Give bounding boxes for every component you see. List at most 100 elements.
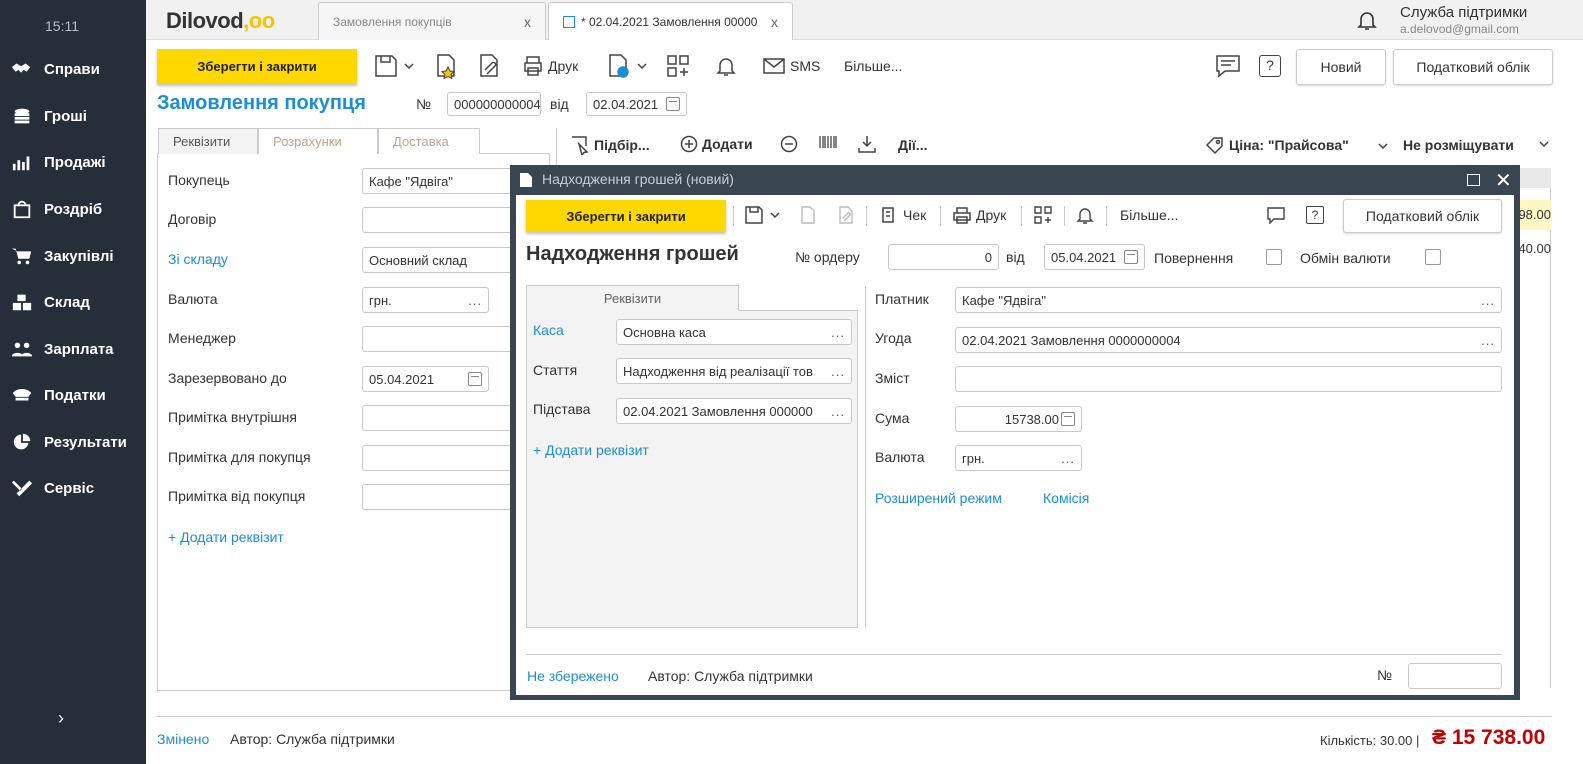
logo[interactable]: Dilovod,oo: [166, 8, 275, 34]
extended-mode-link[interactable]: Розширений режим: [875, 490, 1002, 506]
more-dots-icon[interactable]: ...: [831, 325, 845, 340]
sidebar-item-affairs[interactable]: Справи: [0, 51, 146, 87]
reminder-bell-icon[interactable]: [1075, 205, 1095, 225]
close-modal-icon[interactable]: ✕: [1495, 168, 1512, 193]
tab-orders-list[interactable]: Замовлення покупців x: [318, 2, 546, 40]
add-widget-icon[interactable]: [666, 54, 690, 78]
reserved-until-field[interactable]: 05.04.2021: [362, 366, 489, 392]
sidebar-item-sales[interactable]: Продажі: [0, 144, 146, 180]
tab-requisites[interactable]: Реквізити: [526, 285, 739, 311]
more-dots-icon[interactable]: ...: [1481, 333, 1495, 348]
sidebar-item-salary[interactable]: Зарплата: [0, 331, 146, 367]
currency-field[interactable]: грн....: [362, 287, 489, 313]
sidebar-item-money[interactable]: Гроші: [0, 98, 146, 134]
sidebar-item-purchases[interactable]: Закупівлі: [0, 238, 146, 274]
modal-more-button[interactable]: Більше...: [1120, 207, 1178, 223]
receipt-date-field[interactable]: 05.04.2021: [1044, 244, 1145, 270]
doc-info-button[interactable]: [606, 53, 648, 79]
tab-requisites[interactable]: Реквізити: [158, 128, 258, 154]
content-field[interactable]: [955, 366, 1502, 392]
collapse-sidebar-button[interactable]: ›: [58, 708, 64, 729]
article-field[interactable]: Надходження від реалізації тов...: [616, 358, 852, 384]
sum-field[interactable]: 15738.00: [955, 406, 1082, 432]
import-icon[interactable]: [857, 134, 877, 154]
save-menu-button[interactable]: [373, 53, 415, 79]
barcode-icon[interactable]: [818, 134, 838, 154]
save-close-button[interactable]: Зберегти і закрити: [157, 49, 357, 84]
comment-icon[interactable]: [1215, 54, 1241, 78]
maximize-icon[interactable]: [1467, 174, 1480, 186]
comment-icon[interactable]: [1266, 206, 1286, 224]
modal-print-button[interactable]: Друк: [952, 206, 1006, 224]
contract-field[interactable]: [362, 207, 512, 233]
order-number-field[interactable]: 0: [888, 244, 999, 270]
tab-calculations[interactable]: Розрахунки: [258, 128, 378, 154]
price-type-select[interactable]: Ціна: "Прайсова": [1205, 136, 1349, 154]
user-name[interactable]: Служба підтримки: [1400, 4, 1527, 21]
favorite-doc-icon[interactable]: [433, 53, 459, 79]
manager-field[interactable]: [362, 326, 512, 352]
actions-button[interactable]: Дії...: [898, 137, 927, 153]
commission-link[interactable]: Комісія: [1043, 490, 1089, 506]
more-dots-icon[interactable]: ...: [831, 364, 845, 379]
chevron-down-icon[interactable]: [1538, 138, 1550, 150]
return-checkbox[interactable]: [1266, 249, 1282, 265]
minus-circle-icon[interactable]: [780, 135, 798, 153]
warehouse-link[interactable]: Зі складу: [168, 251, 228, 267]
note-from-buyer-field[interactable]: [362, 484, 512, 510]
new-button[interactable]: Новий: [1296, 49, 1386, 85]
tab-delivery[interactable]: Доставка: [378, 128, 480, 154]
note-for-buyer-field[interactable]: [362, 445, 512, 471]
payer-field[interactable]: Кафе "Ядвіга"...: [955, 287, 1502, 313]
more-dots-icon[interactable]: ...: [468, 293, 482, 308]
footer-number-field[interactable]: [1408, 663, 1502, 689]
not-saved-status[interactable]: Не збережено: [527, 668, 619, 684]
status-changed-link[interactable]: Змінено: [157, 731, 209, 747]
currency-field[interactable]: грн....: [955, 445, 1082, 471]
close-icon[interactable]: x: [524, 14, 531, 30]
help-button[interactable]: ?: [1259, 55, 1281, 77]
chevron-down-icon[interactable]: [1377, 140, 1389, 152]
attachment-icon[interactable]: [476, 53, 502, 79]
buyer-field[interactable]: Кафе "Ядвіга": [362, 168, 512, 194]
modal-save-menu-button[interactable]: [743, 204, 781, 226]
order-number-field[interactable]: 000000000004: [447, 92, 541, 116]
more-dots-icon[interactable]: ...: [1481, 293, 1495, 308]
sms-button[interactable]: SMS: [762, 55, 820, 77]
tab-order-document[interactable]: * 02.04.2021 Замовлення 00000 x: [548, 2, 793, 40]
more-dots-icon[interactable]: ...: [1061, 451, 1075, 466]
close-icon[interactable]: x: [771, 14, 778, 30]
order-date-field[interactable]: 02.04.2021: [586, 92, 687, 116]
sidebar-item-service[interactable]: Сервіс: [0, 470, 146, 506]
more-button[interactable]: Більше...: [844, 58, 902, 74]
attachment-icon[interactable]: [836, 205, 856, 225]
cash-register-link[interactable]: Каса: [533, 322, 564, 338]
modal-tax-accounting-button[interactable]: Податковий облік: [1343, 199, 1502, 233]
basis-field[interactable]: 02.04.2021 Замовлення 000000...: [616, 398, 852, 424]
sidebar-item-taxes[interactable]: Податки: [0, 377, 146, 413]
reminder-bell-icon[interactable]: [714, 54, 738, 78]
add-requisite-link[interactable]: + Додати реквізит: [168, 529, 284, 545]
deal-field[interactable]: 02.04.2021 Замовлення 0000000004...: [955, 327, 1502, 353]
sidebar-item-warehouse[interactable]: Склад: [0, 284, 146, 320]
table-row[interactable]: 98.00: [1515, 200, 1551, 230]
add-item-button[interactable]: Додати: [680, 135, 753, 153]
placement-select[interactable]: Не розміщувати: [1403, 137, 1514, 153]
warehouse-field[interactable]: Основний склад: [362, 247, 512, 273]
sidebar-item-results[interactable]: Результати: [0, 424, 146, 460]
pick-button[interactable]: Підбір...: [570, 135, 650, 155]
favorite-doc-icon[interactable]: [798, 205, 818, 225]
modal-save-close-button[interactable]: Зберегти і закрити: [526, 200, 726, 232]
print-button[interactable]: Друк: [522, 55, 578, 77]
modal-help-button[interactable]: ?: [1306, 206, 1324, 224]
sidebar-item-retail[interactable]: Роздріб: [0, 191, 146, 227]
tax-accounting-button[interactable]: Податковий облік: [1393, 49, 1553, 85]
calculator-icon[interactable]: [1061, 412, 1075, 426]
check-button[interactable]: Чек: [879, 206, 926, 224]
internal-note-field[interactable]: [362, 405, 512, 431]
table-row[interactable]: 40.00: [1515, 234, 1551, 264]
currency-exchange-checkbox[interactable]: [1425, 249, 1441, 265]
more-dots-icon[interactable]: ...: [831, 404, 845, 419]
cash-register-field[interactable]: Основна каса...: [616, 319, 852, 345]
add-requisite-link[interactable]: + Додати реквізит: [533, 442, 649, 458]
